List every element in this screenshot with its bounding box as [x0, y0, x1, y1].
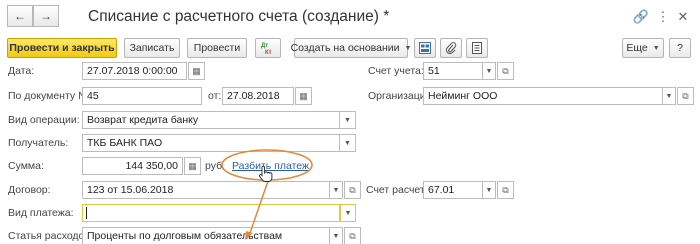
- annotation-arrow-line: [248, 180, 269, 237]
- annotation-overlay: [221, 149, 313, 240]
- hand-cursor-icon: [259, 165, 273, 182]
- annotation-arrow-head: [245, 231, 253, 240]
